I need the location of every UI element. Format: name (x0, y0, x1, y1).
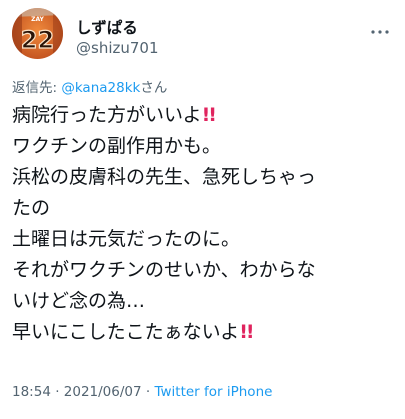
reply-to-handle-link[interactable]: @kana28kk (61, 80, 140, 96)
avatar[interactable]: ZAY 22 (12, 8, 63, 59)
tweet-line-text: 早いにこしたこたぁないよ (12, 321, 240, 343)
reply-to-line: 返信先: @kana28kkさん (12, 76, 167, 96)
tweet-line: たの (12, 193, 397, 224)
tweet-line: 早いにこしたこたぁないよ!! (12, 317, 397, 348)
tweet-line: いけど念の為… (12, 286, 397, 317)
tweet-line: ワクチンの副作用かも。 (12, 131, 397, 162)
author-header: しずぱる @shizu701 (76, 18, 159, 58)
reply-to-suffix: さん (140, 80, 168, 96)
meta-separator: · (50, 384, 64, 400)
tweet-line-text: 土曜日は元気だったのに。 (12, 228, 241, 250)
avatar-number: 22 (21, 26, 54, 54)
tweet-line-text: ワクチンの副作用かも。 (12, 135, 222, 157)
more-options-button[interactable] (369, 22, 391, 34)
tweet-line-text: 病院行った方がいいよ (12, 104, 202, 126)
tweet-source-link[interactable]: Twitter for iPhone (154, 384, 272, 400)
jersey-22-avatar-icon: ZAY 22 (12, 8, 63, 59)
tweet: ZAY 22 しずぱる @shizu701 返信先: @kana28kkさん 病… (0, 0, 405, 419)
tweet-line: それがワクチンのせいか、わからな (12, 255, 397, 286)
tweet-date[interactable]: 2021/06/07 (64, 384, 142, 400)
tweet-line-text: たの (12, 197, 51, 219)
tweet-line-text: いけど念の為… (12, 290, 146, 312)
double-exclamation-emoji: !! (201, 104, 217, 126)
tweet-text: 病院行った方がいいよ!! ワクチンの副作用かも。 浜松の皮膚科の先生、急死しちゃ… (12, 100, 397, 348)
tweet-line: 土曜日は元気だったのに。 (12, 224, 397, 255)
reply-to-prefix: 返信先: (12, 80, 62, 96)
tweet-line-text: 浜松の皮膚科の先生、急死しちゃっ (12, 166, 317, 188)
more-dots-icon (371, 30, 389, 34)
author-handle[interactable]: @shizu701 (76, 38, 159, 58)
tweet-meta: 18:54 · 2021/06/07 · Twitter for iPhone (12, 384, 272, 400)
meta-separator: · (141, 384, 155, 400)
tweet-line-text: それがワクチンのせいか、わからな (12, 259, 316, 281)
double-exclamation-emoji: !! (239, 321, 254, 343)
tweet-line: 浜松の皮膚科の先生、急死しちゃっ (12, 162, 397, 193)
tweet-line: 病院行った方がいいよ!! (12, 100, 397, 131)
tweet-time[interactable]: 18:54 (12, 384, 51, 400)
avatar-lettering: ZAY (31, 16, 44, 23)
author-display-name[interactable]: しずぱる (76, 18, 159, 38)
